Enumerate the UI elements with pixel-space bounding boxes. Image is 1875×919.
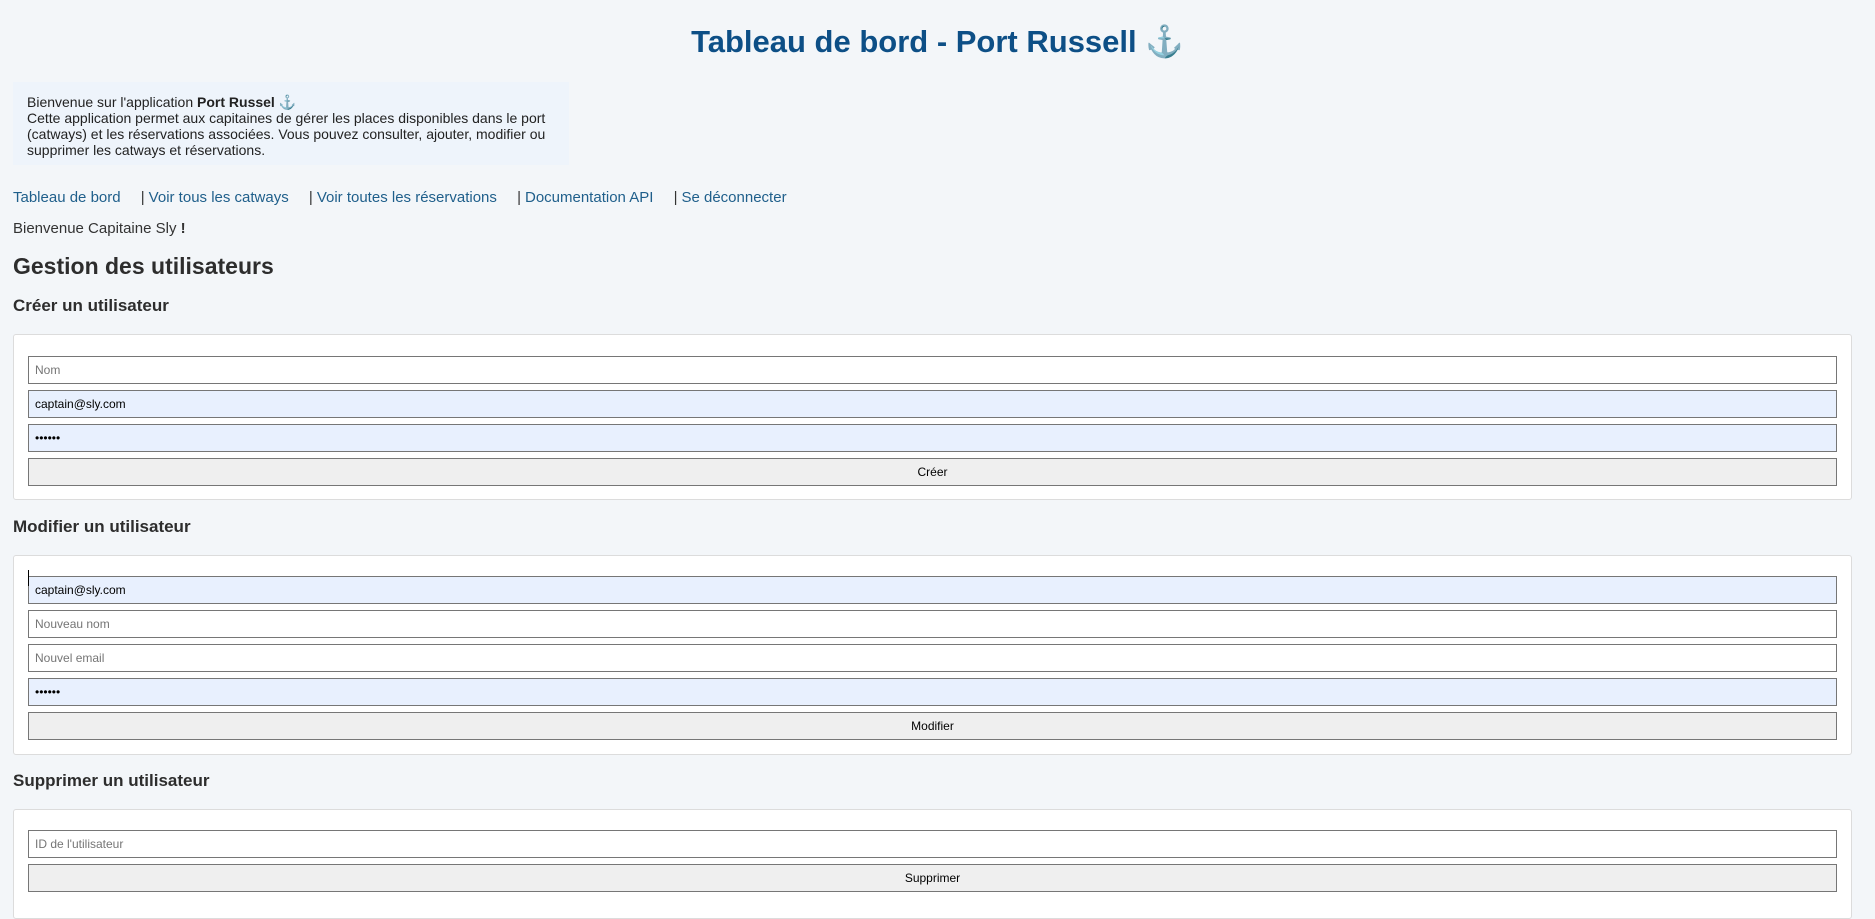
update-new-email-input[interactable] [28,644,1837,672]
update-user-title: Modifier un utilisateur [13,517,191,536]
page-title-text: Tableau de bord - Port Russell [691,24,1137,59]
page-title: Tableau de bord - Port Russell ⚓ [0,0,1875,60]
delete-user-title: Supprimer un utilisateur [13,771,210,790]
delete-id-input[interactable] [28,830,1837,858]
nav-separator: | [140,189,145,206]
create-name-input[interactable] [28,356,1837,384]
intro-app-name: Port Russel [197,94,275,110]
welcome-exclamation: ! [180,220,186,237]
main-nav: Tableau de bord | Voir tous les catways |… [13,189,787,206]
update-password-input[interactable] [28,678,1837,706]
users-section-title: Gestion des utilisateurs [13,253,274,279]
delete-user-form: Supprimer [13,809,1852,919]
create-password-input[interactable] [28,424,1837,452]
welcome-text: Bienvenue Capitaine Sly [13,220,177,237]
create-user-button[interactable]: Créer [28,458,1837,486]
welcome-message: Bienvenue Capitaine Sly ! [13,220,186,237]
nav-separator: | [517,189,521,206]
update-new-name-input[interactable] [28,610,1837,638]
delete-user-button[interactable]: Supprimer [28,864,1837,892]
intro-description: Cette application permet aux capitaines … [27,110,546,158]
nav-link-catways[interactable]: Voir tous les catways [149,189,289,206]
text-cursor [28,570,29,586]
create-email-input[interactable] [28,390,1837,418]
nav-link-reservations[interactable]: Voir toutes les réservations [317,189,497,206]
nav-separator: | [673,189,678,206]
intro-box: Bienvenue sur l'application Port Russel … [13,82,569,165]
update-user-button[interactable]: Modifier [28,712,1837,740]
nav-separator: | [308,189,313,206]
nav-link-dashboard[interactable]: Tableau de bord [13,189,121,206]
nav-link-api-docs[interactable]: Documentation API [525,189,653,206]
nav-link-logout[interactable]: Se déconnecter [681,189,786,206]
intro-welcome-prefix: Bienvenue sur l'application [27,94,194,110]
intro-welcome-line: Bienvenue sur l'application Port Russel … [27,94,555,110]
update-user-form: Modifier [13,555,1852,755]
update-current-email-input[interactable] [28,576,1837,604]
create-user-form: Créer [13,334,1852,500]
anchor-icon: ⚓ [278,94,297,110]
create-user-title: Créer un utilisateur [13,296,169,315]
anchor-icon: ⚓ [1145,24,1184,59]
